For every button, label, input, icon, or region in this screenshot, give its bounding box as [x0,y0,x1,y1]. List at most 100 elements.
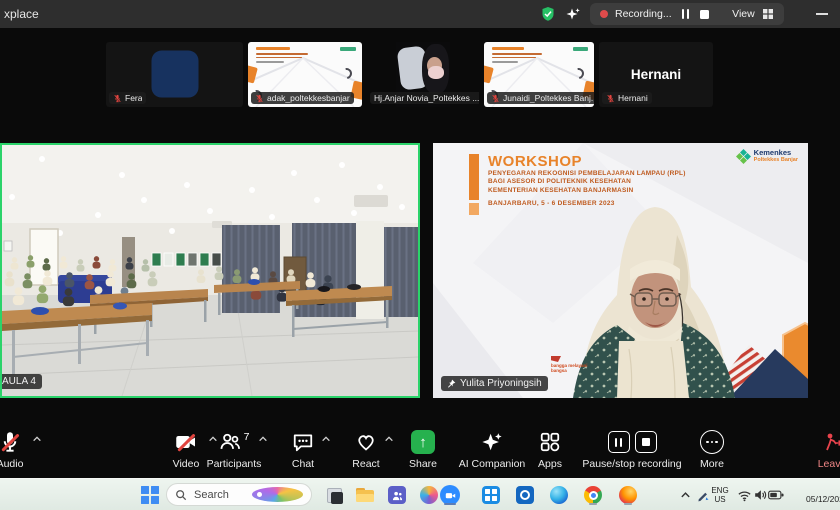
participant-name: adak_poltekkesbanjar [267,93,350,103]
logo-text-kemenkes: Kemenkes [754,149,798,157]
participant-name: Hj.Anjar Novia_Poltekkes ... [374,93,479,103]
muted-mic-icon [491,94,500,103]
video-name-label: Yulita Priyoningsih [441,376,548,391]
search-highlight-icon[interactable] [252,487,303,502]
chat-label: Chat [273,458,333,470]
ai-companion-icon [481,431,503,453]
battery-icon[interactable] [765,484,787,506]
stop-recording-button[interactable] [635,431,657,453]
stop-recording-icon[interactable] [700,10,709,19]
react-control[interactable]: React [336,429,396,470]
participant-name: Junaidi_Poltekkes Banj... [503,93,594,103]
recording-dot-icon [600,10,608,18]
view-button[interactable]: View [732,8,755,20]
poster-date: BANJARBARU, 5 - 6 DESEMBER 2023 [488,200,718,207]
participant-name: Yulita Priyoningsih [460,378,542,389]
recording-status: Recording... [615,8,672,20]
participant-thumbnail-anjar[interactable]: Hj.Anjar Novia_Poltekkes ... [367,42,479,107]
poster-line-2: BAGI ASESOR DI POLITEKNIK KESEHATAN [488,178,718,186]
participant-thumbnail-junaidi[interactable]: Junaidi_Poltekkes Banj... [484,42,594,107]
security-shield-icon[interactable] [540,6,556,22]
language-indicator[interactable]: ENGUS [708,486,732,504]
edge-button[interactable] [548,484,570,506]
search-input[interactable]: Search [166,483,312,506]
participant-thumbnail-hernani[interactable]: Hernani Hernani [599,42,713,107]
zoom-app-window: xplace Recording... View [0,0,840,510]
share-label: Share [394,458,452,470]
meeting-toolbar: Audio Video 7 [0,398,840,478]
apps-control[interactable]: Apps [520,429,580,470]
outlook-button[interactable] [514,484,536,506]
react-options-chevron[interactable] [384,435,394,443]
start-button[interactable] [139,484,161,506]
pause-recording-icon[interactable] [682,9,690,19]
file-explorer-button[interactable] [354,484,376,506]
chat-icon [292,431,314,453]
search-placeholder: Search [194,489,245,501]
recording-pill: Recording... View [590,3,784,25]
teams-button[interactable] [386,484,408,506]
heart-icon [355,431,377,453]
windows-taskbar: Search ENGUS [0,478,840,510]
leave-icon [821,431,840,453]
recording-label: Pause/stop recording [574,458,690,470]
poster-accent-bar [469,154,479,200]
leave-label: Leave [801,458,840,470]
participant-thumbnail-fera[interactable]: Fera [106,42,243,107]
video-tile-presenter[interactable]: WORKSHOP PENYEGARAN REKOGNISI PEMBELAJAR… [433,143,808,398]
more-control[interactable]: More [682,429,742,470]
logo-text-poltekkes: Poltekkes Banjar [754,157,798,163]
participant-thumbnail-adak[interactable]: adak_poltekkesbanjar [248,42,362,107]
react-label: React [336,458,396,470]
kemenkes-logo: Kemenkes Poltekkes Banjar [736,149,798,164]
pause-recording-button[interactable] [608,431,630,453]
more-dots-icon [700,430,724,454]
apps-label: Apps [520,458,580,470]
ai-companion-control[interactable]: AI Companion [455,429,529,470]
search-icon [175,489,187,501]
audio-control[interactable]: Audio [0,429,40,470]
ai-companion-label: AI Companion [455,458,529,470]
avatar [151,50,198,97]
workshop-poster-text: WORKSHOP PENYEGARAN REKOGNISI PEMBELAJAR… [488,153,718,207]
badge-text: bangga melayani bangsa [551,363,597,374]
classroom-scene [2,145,418,396]
share-control[interactable]: ↑ Share [394,429,452,470]
poster-line-3: KEMENTERIAN KESEHATAN BANJARMASIN [488,187,718,195]
audio-options-chevron[interactable] [32,435,42,443]
muted-mic-icon [606,94,615,103]
room-name: AULA 4 [2,376,36,387]
video-name-label: AULA 4 [0,374,42,389]
badge-flag-icon [551,356,561,362]
chrome-button[interactable] [582,484,604,506]
zoom-app-button[interactable] [439,484,461,506]
poster-title: WORKSHOP [488,153,718,170]
more-label: More [682,458,742,470]
muted-mic-icon [113,94,122,103]
bangga-melayani-bangsa-badge: bangga melayani bangsa [551,356,597,374]
leave-control[interactable]: Leave [801,429,840,470]
participants-label: Participants [204,458,264,470]
participant-name: Hernani [618,93,648,103]
participants-options-chevron[interactable] [258,435,268,443]
kemenkes-logo-icon [736,149,751,164]
view-grid-icon[interactable] [762,8,774,20]
tray-date[interactable]: 05/12/2023 [806,494,840,504]
pin-icon [447,379,456,388]
chat-control[interactable]: Chat [273,429,333,470]
video-tile-classroom[interactable]: AULA 4 [0,143,420,398]
participants-icon [219,431,241,453]
recording-control[interactable]: Pause/stop recording [574,429,690,470]
task-view-button[interactable] [323,484,345,506]
audio-label: Audio [0,458,40,470]
firefox-button[interactable] [617,484,639,506]
minimize-button[interactable] [816,13,828,15]
chat-options-chevron[interactable] [321,435,331,443]
share-screen-icon[interactable]: ↑ [411,430,435,454]
copilot-button[interactable] [418,484,440,506]
participants-count: 7 [244,431,250,443]
ai-sparkle-icon[interactable] [566,7,580,21]
apps-icon [539,431,561,453]
ms-store-button[interactable] [480,484,502,506]
participants-control[interactable]: 7 Participants [204,429,264,470]
